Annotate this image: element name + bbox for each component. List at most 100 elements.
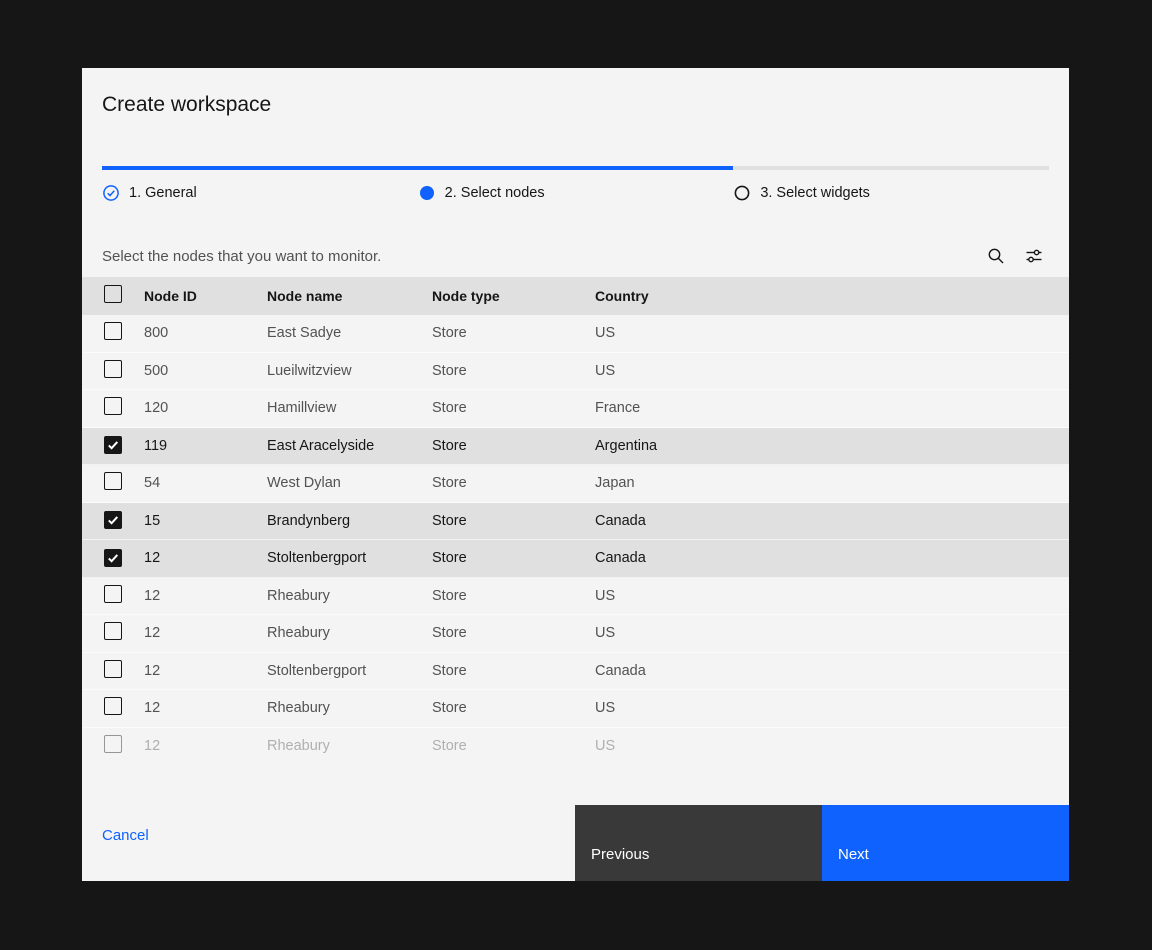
- table-row[interactable]: 120HamillviewStoreFrance: [82, 390, 1069, 428]
- previous-button[interactable]: Previous: [575, 805, 822, 881]
- table-row[interactable]: 12StoltenbergportStoreCanada: [82, 540, 1069, 578]
- column-header-country[interactable]: Country: [595, 288, 1069, 304]
- cell-node-type: Store: [432, 325, 595, 341]
- step-general[interactable]: 1. General: [102, 184, 418, 202]
- row-checkbox[interactable]: [104, 322, 122, 340]
- cancel-area: Cancel: [82, 805, 575, 881]
- cell-node-name: Stoltenbergport: [267, 663, 432, 679]
- table-toolbar: Select the nodes that you want to monito…: [82, 202, 1069, 277]
- cell-node-name: Lueilwitzview: [267, 363, 432, 379]
- cell-node-type: Store: [432, 438, 595, 454]
- cell-node-name: Rheabury: [267, 700, 432, 716]
- row-checkbox-cell: [104, 436, 144, 455]
- row-checkbox[interactable]: [104, 360, 122, 378]
- cell-node-name: East Sadye: [267, 325, 432, 341]
- cell-node-type: Store: [432, 400, 595, 416]
- cell-node-id: 500: [144, 363, 267, 379]
- cell-node-id: 54: [144, 475, 267, 491]
- row-checkbox-checked[interactable]: [104, 436, 122, 454]
- progress-line-complete: [102, 166, 733, 170]
- settings-adjust-icon: [1025, 247, 1043, 265]
- table-row[interactable]: 119East AracelysideStoreArgentina: [82, 428, 1069, 466]
- column-header-node-id[interactable]: Node ID: [144, 288, 267, 304]
- search-button[interactable]: [987, 247, 1005, 265]
- table-row[interactable]: 54West DylanStoreJapan: [82, 465, 1069, 503]
- cell-node-id: 120: [144, 400, 267, 416]
- cell-country: Canada: [595, 550, 1069, 566]
- cell-node-id: 12: [144, 588, 267, 604]
- filled-circle-icon: [418, 184, 436, 202]
- row-checkbox-cell: [104, 360, 144, 382]
- cell-country: Canada: [595, 663, 1069, 679]
- cell-node-id: 12: [144, 738, 267, 754]
- row-checkbox-cell: [104, 585, 144, 607]
- cell-node-type: Store: [432, 550, 595, 566]
- table-row[interactable]: 15BrandynbergStoreCanada: [82, 503, 1069, 541]
- step-label: 1. General: [129, 185, 197, 201]
- cell-node-name: Hamillview: [267, 400, 432, 416]
- cell-node-id: 800: [144, 325, 267, 341]
- modal-title: Create workspace: [102, 92, 1049, 118]
- row-checkbox-checked[interactable]: [104, 549, 122, 567]
- filter-settings-button[interactable]: [1025, 247, 1043, 265]
- step-label: 2. Select nodes: [445, 185, 545, 201]
- row-checkbox[interactable]: [104, 622, 122, 640]
- cell-country: France: [595, 400, 1069, 416]
- step-select-nodes[interactable]: 2. Select nodes: [418, 184, 734, 202]
- row-checkbox[interactable]: [104, 660, 122, 678]
- cell-country: Japan: [595, 475, 1069, 491]
- progress-indicator: 1. General 2. Select nodes 3. Select wid…: [102, 166, 1049, 202]
- row-checkbox[interactable]: [104, 735, 122, 753]
- row-checkbox-cell: [104, 735, 144, 757]
- row-checkbox-cell: [104, 511, 144, 530]
- select-all-cell: [104, 285, 144, 308]
- row-checkbox-cell: [104, 549, 144, 568]
- progress-line: [102, 166, 1049, 170]
- table-row[interactable]: 12StoltenbergportStoreCanada: [82, 653, 1069, 691]
- cell-node-type: Store: [432, 663, 595, 679]
- cell-node-type: Store: [432, 700, 595, 716]
- table-body: 800East SadyeStoreUS500LueilwitzviewStor…: [82, 315, 1069, 765]
- modal-footer: Cancel Previous Next: [82, 805, 1069, 881]
- cell-node-type: Store: [432, 625, 595, 641]
- row-checkbox-cell: [104, 697, 144, 719]
- cell-country: US: [595, 700, 1069, 716]
- table-row[interactable]: 500LueilwitzviewStoreUS: [82, 353, 1069, 391]
- cell-node-id: 119: [144, 438, 267, 454]
- cancel-button[interactable]: Cancel: [102, 827, 149, 844]
- table-row[interactable]: 12RheaburyStoreUS: [82, 578, 1069, 616]
- cell-node-id: 15: [144, 513, 267, 529]
- table-description: Select the nodes that you want to monito…: [102, 248, 381, 265]
- cell-node-type: Store: [432, 588, 595, 604]
- cell-node-type: Store: [432, 513, 595, 529]
- column-header-node-name[interactable]: Node name: [267, 288, 432, 304]
- row-checkbox[interactable]: [104, 472, 122, 490]
- row-checkbox-cell: [104, 322, 144, 344]
- table-row[interactable]: 12RheaburyStoreUS: [82, 690, 1069, 728]
- cell-node-id: 12: [144, 663, 267, 679]
- table-row[interactable]: 800East SadyeStoreUS: [82, 315, 1069, 353]
- row-checkbox-cell: [104, 472, 144, 494]
- column-header-node-type[interactable]: Node type: [432, 288, 595, 304]
- row-checkbox[interactable]: [104, 697, 122, 715]
- table-header-row: Node ID Node name Node type Country: [82, 277, 1069, 315]
- cell-node-name: Rheabury: [267, 738, 432, 754]
- row-checkbox-checked[interactable]: [104, 511, 122, 529]
- step-select-widgets[interactable]: 3. Select widgets: [733, 184, 1049, 202]
- cell-node-id: 12: [144, 700, 267, 716]
- cell-country: US: [595, 738, 1069, 754]
- table-row[interactable]: 12RheaburyStoreUS: [82, 728, 1069, 766]
- select-all-checkbox[interactable]: [104, 285, 122, 303]
- progress-steps: 1. General 2. Select nodes 3. Select wid…: [102, 170, 1049, 202]
- row-checkbox-cell: [104, 622, 144, 644]
- row-checkbox-cell: [104, 660, 144, 682]
- cell-node-name: Rheabury: [267, 625, 432, 641]
- checkmark-circle-icon: [102, 184, 120, 202]
- cell-node-id: 12: [144, 550, 267, 566]
- row-checkbox[interactable]: [104, 585, 122, 603]
- cell-node-type: Store: [432, 475, 595, 491]
- progress-line-remaining: [733, 166, 1049, 170]
- row-checkbox[interactable]: [104, 397, 122, 415]
- next-button[interactable]: Next: [822, 805, 1069, 881]
- table-row[interactable]: 12RheaburyStoreUS: [82, 615, 1069, 653]
